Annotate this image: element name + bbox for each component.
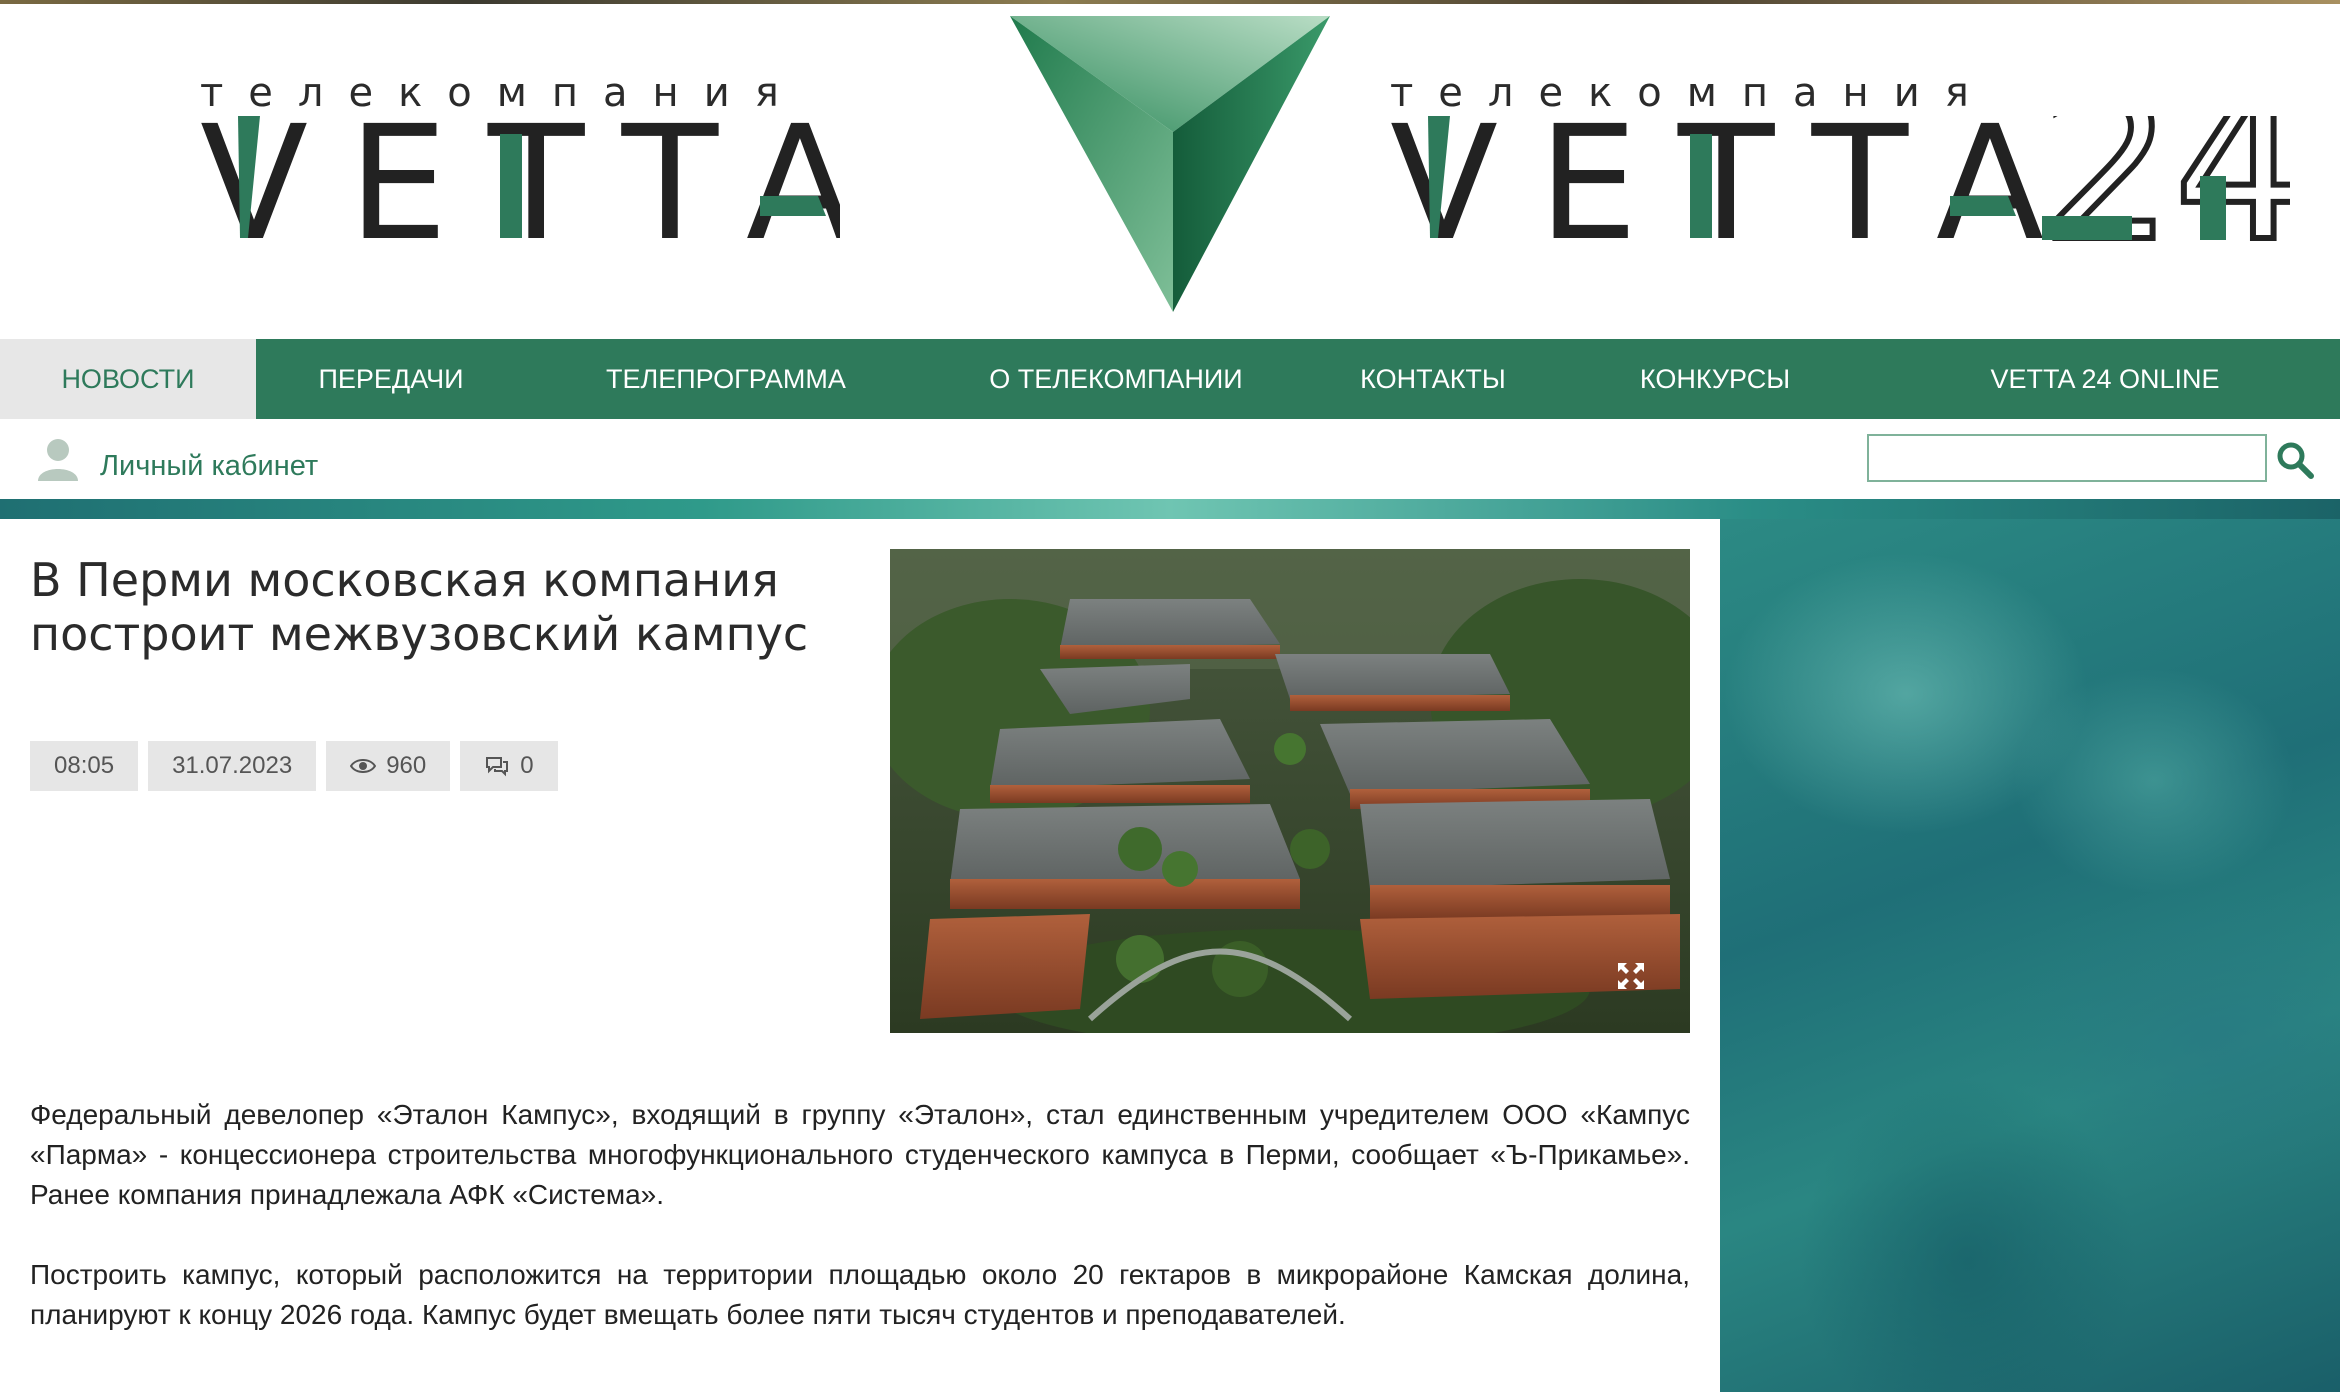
article-paragraph: Федеральный девелопер «Эталон Кампус», в… [30, 1099, 1690, 1210]
brand-subtitle-24: телекомпания [1390, 70, 1994, 116]
article-paragraph: Построить кампус, который расположится н… [30, 1259, 1690, 1330]
article-title: В Перми московская компания построит меж… [30, 553, 809, 661]
brand-vetta[interactable]: телекомпания VETTA [200, 70, 840, 256]
background-decor [1720, 519, 2340, 1392]
nav-item-contacts[interactable]: КОНТАКТЫ [1306, 339, 1560, 419]
vetta-emblem[interactable] [1008, 12, 1338, 316]
nav-item-news[interactable]: НОВОСТИ [0, 339, 256, 419]
article-photo[interactable] [890, 549, 1690, 1033]
comments-icon [486, 757, 509, 777]
expand-icon[interactable] [1616, 961, 1646, 991]
article-views: 960 [326, 741, 451, 791]
article-time-value: 08:05 [54, 752, 115, 779]
article-body: Федеральный девелопер «Эталон Кампус», в… [30, 1095, 1690, 1375]
article-comments-value: 0 [520, 752, 534, 779]
vetta24-logo: VETTA 24 [1390, 116, 2290, 256]
article-views-value: 960 [386, 752, 427, 779]
nav-item-shows[interactable]: ПЕРЕДАЧИ [256, 339, 526, 419]
vetta-logo: VETTA [200, 116, 840, 256]
site-header: телекомпания VETTA [0, 4, 2340, 339]
eye-icon [350, 759, 377, 773]
campus-photo [890, 549, 1690, 1033]
article-date-value: 31.07.2023 [172, 752, 293, 779]
sub-bar: Личный кабинет [0, 419, 2340, 499]
user-icon [38, 439, 78, 481]
nav-item-vetta24-online[interactable]: VETTA 24 ONLINE [1870, 339, 2340, 419]
article-comments[interactable]: 0 [460, 741, 558, 791]
personal-account-link[interactable]: Личный кабинет [36, 437, 318, 483]
article: В Перми московская компания построит меж… [0, 519, 1720, 1392]
nav-item-about[interactable]: О ТЕЛЕКОМПАНИИ [926, 339, 1306, 419]
article-date: 31.07.2023 [148, 741, 317, 791]
search-input[interactable] [1867, 434, 2267, 482]
personal-account-label: Личный кабинет [100, 449, 319, 482]
background-band [0, 499, 2340, 519]
emblem-icon [1010, 16, 1330, 312]
nav-item-contests[interactable]: КОНКУРСЫ [1560, 339, 1870, 419]
vetta24-logo-text: VETTA [1390, 116, 2084, 256]
brand-subtitle: телекомпания [200, 70, 804, 116]
brand-vetta24[interactable]: телекомпания VETTA 24 [1390, 70, 2290, 256]
nav-item-tv-program[interactable]: ТЕЛЕПРОГРАММА [526, 339, 926, 419]
article-meta: 08:05 31.07.2023 960 0 [30, 741, 558, 791]
main-nav: НОВОСТИ ПЕРЕДАЧИ ТЕЛЕПРОГРАММА О ТЕЛЕКОМ… [0, 339, 2340, 419]
search-icon[interactable] [2275, 440, 2315, 480]
article-time: 08:05 [30, 741, 139, 791]
